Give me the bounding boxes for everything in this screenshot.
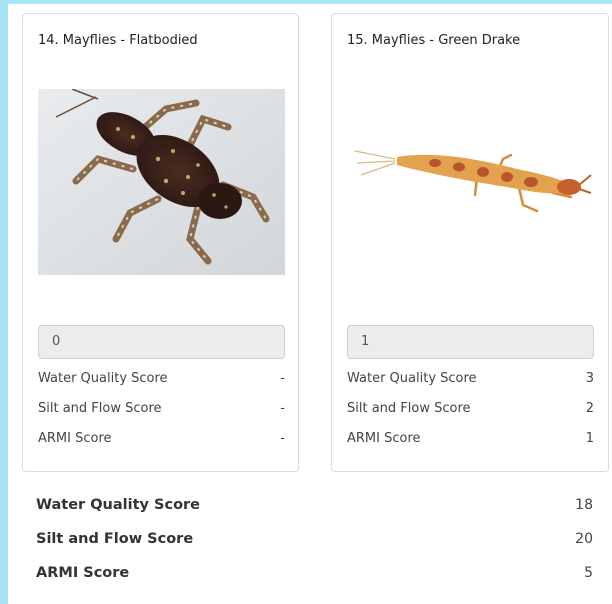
total-label: ARMI Score — [36, 565, 130, 581]
score-label: Water Quality Score — [38, 371, 168, 386]
total-water-quality-row: Water Quality Score 18 — [36, 497, 593, 519]
score-label: ARMI Score — [38, 431, 112, 446]
total-label: Water Quality Score — [36, 497, 201, 513]
card-title: 15. Mayflies - Green Drake — [347, 33, 521, 48]
armi-score-row: ARMI Score 1 — [347, 431, 594, 449]
score-label: Silt and Flow Score — [347, 401, 471, 416]
score-value: - — [280, 401, 285, 416]
score-label: Silt and Flow Score — [38, 401, 162, 416]
species-card-green-drake: 15. Mayflies - Green Drake 1 Water Quali… — [331, 13, 609, 472]
card-title: 14. Mayflies - Flatbodied — [38, 33, 198, 48]
count-input[interactable]: 1 — [347, 325, 594, 359]
total-value: 20 — [575, 531, 593, 547]
total-value: 5 — [584, 565, 593, 581]
score-value: - — [280, 431, 285, 446]
score-value: - — [280, 371, 285, 386]
armi-score-row: ARMI Score - — [38, 431, 285, 449]
total-armi-row: ARMI Score 5 — [36, 565, 593, 587]
total-label: Silt and Flow Score — [36, 531, 194, 547]
green-drake-mayfly-photo — [347, 89, 594, 275]
total-silt-flow-row: Silt and Flow Score 20 — [36, 531, 593, 553]
water-quality-score-row: Water Quality Score 3 — [347, 371, 594, 389]
flatbodied-mayfly-photo — [38, 89, 285, 275]
score-label: ARMI Score — [347, 431, 421, 446]
score-value: 2 — [585, 401, 594, 416]
top-accent-stripe — [0, 0, 612, 4]
species-card-flatbodied: 14. Mayflies - Flatbodied 0 Water Qualit… — [22, 13, 299, 472]
score-label: Water Quality Score — [347, 371, 477, 386]
silt-flow-score-row: Silt and Flow Score 2 — [347, 401, 594, 419]
left-accent-stripe — [0, 0, 8, 604]
count-input[interactable]: 0 — [38, 325, 285, 359]
silt-flow-score-row: Silt and Flow Score - — [38, 401, 285, 419]
score-value: 3 — [585, 371, 594, 386]
score-value: 1 — [585, 431, 594, 446]
water-quality-score-row: Water Quality Score - — [38, 371, 285, 389]
total-value: 18 — [575, 497, 593, 513]
